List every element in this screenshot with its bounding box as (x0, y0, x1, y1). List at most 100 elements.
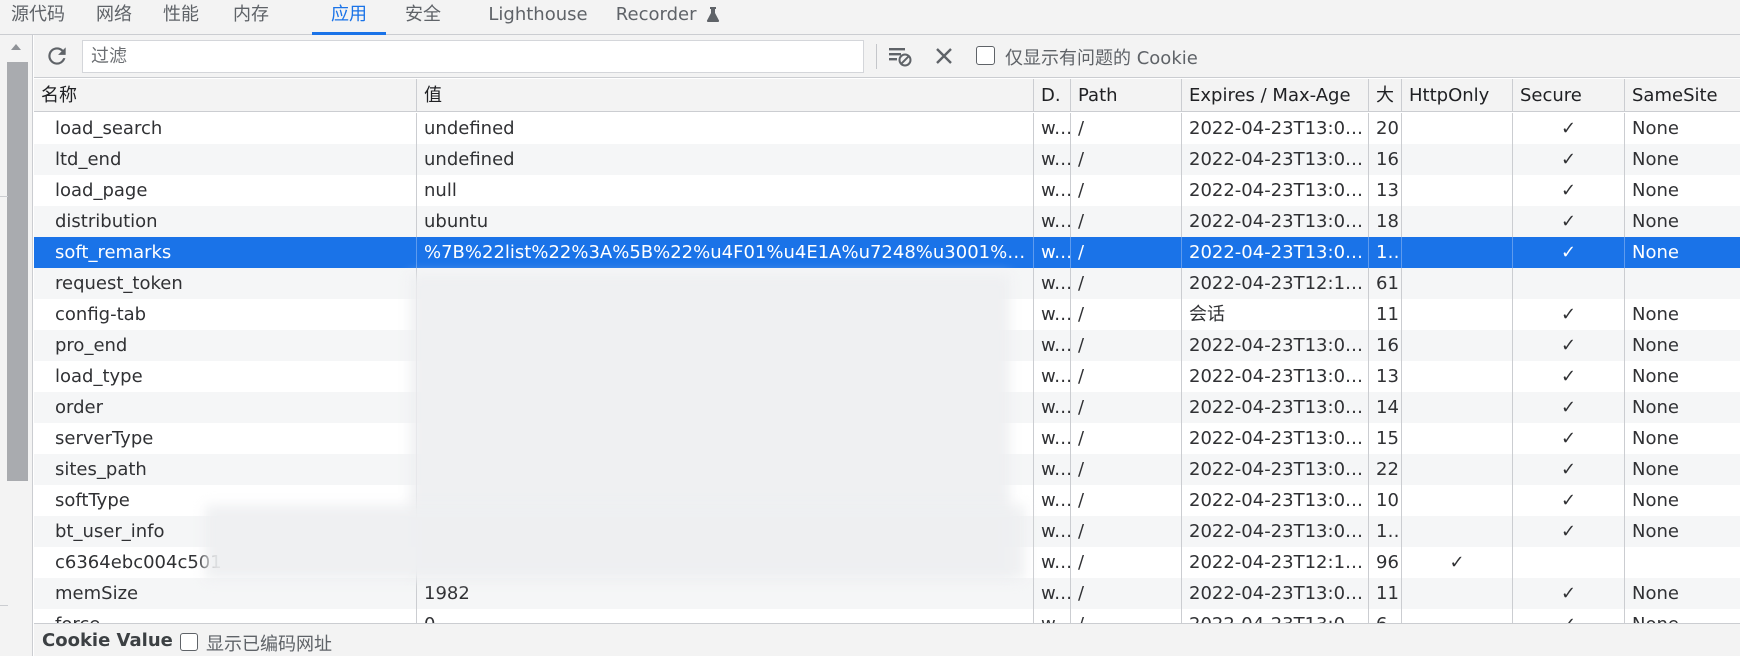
close-icon[interactable] (932, 44, 956, 68)
cookie-name-cell: sites_path (55, 459, 147, 480)
left-panel-strip (0, 35, 33, 656)
tab-lighthouse[interactable]: Lighthouse (478, 0, 598, 35)
cookie-domain-cell: w... (1033, 206, 1070, 237)
left-divider (0, 196, 8, 197)
cookie-path-cell: / (1070, 144, 1181, 175)
cookie-samesite-cell: None (1624, 361, 1740, 392)
cookie-path-cell: / (1070, 547, 1181, 578)
cookie-httponly-cell (1401, 299, 1512, 330)
table-row[interactable]: memSize 1982 w.../2022-04-23T13:00:... 11 ✓ N… (34, 578, 1740, 609)
cookie-expires-cell: 2022-04-23T13:00:... (1181, 144, 1368, 175)
cookie-samesite-cell: None (1624, 144, 1740, 175)
cookie-size-cell: 14 (1368, 392, 1401, 423)
filter-input[interactable]: 过滤 (82, 40, 864, 73)
tab-application[interactable]: 应用 (312, 0, 386, 35)
table-row[interactable]: distribution ubuntu w.../2022-04-23T13:00:… (34, 206, 1740, 237)
cookie-expires-cell: 2022-04-23T12:13:... (1181, 547, 1368, 578)
cookie-secure-cell (1512, 268, 1624, 299)
cookie-expires-cell: 2022-04-23T13:00:... (1181, 392, 1368, 423)
col-header-httponly[interactable]: HttpOnly (1401, 79, 1512, 111)
flask-icon (706, 2, 720, 31)
col-header-domain[interactable]: D. (1033, 79, 1070, 111)
cookie-name-cell: serverType (55, 428, 154, 449)
cookie-httponly-cell: ✓ (1401, 547, 1512, 578)
toolbar-separator (876, 44, 877, 69)
cookie-path-cell: / (1070, 175, 1181, 206)
cookie-secure-cell: ✓ (1512, 206, 1624, 237)
cookie-name-cell: distribution (55, 211, 158, 232)
cookie-path-cell: / (1070, 268, 1181, 299)
cookie-secure-cell (1512, 547, 1624, 578)
cookie-httponly-cell (1401, 175, 1512, 206)
cookie-httponly-cell (1401, 516, 1512, 547)
show-decoded-checkbox[interactable] (180, 633, 198, 651)
cookie-domain-cell: w... (1033, 423, 1070, 454)
tab-security[interactable]: 安全 (390, 0, 456, 35)
cookie-domain-cell: w... (1033, 237, 1070, 268)
scroll-up-arrow-icon[interactable] (11, 44, 21, 50)
tab-recorder[interactable]: Recorder (612, 0, 724, 35)
tab-sources[interactable]: 源代码 (0, 0, 76, 35)
cookie-httponly-cell (1401, 361, 1512, 392)
cookie-samesite-cell: None (1624, 237, 1740, 268)
table-row[interactable]: load_search undefined w.../2022-04-23T13:0… (34, 113, 1740, 144)
devtools-tabbar: 源代码 网络 性能 内存 应用 安全 Lighthouse Recorder (0, 0, 1740, 35)
table-row[interactable]: force0w.../2022-04-23T13:00:...6 ✓None (34, 609, 1740, 623)
cookie-name-cell: pro_end (55, 335, 128, 356)
cookie-name-cell: soft_remarks (55, 242, 172, 263)
cookie-value-cell: 0 (416, 609, 1033, 623)
cookie-size-cell: 16 (1368, 330, 1401, 361)
cookie-samesite-cell (1624, 547, 1740, 578)
cookie-domain-cell: w... (1033, 361, 1070, 392)
cookie-samesite-cell: None (1624, 578, 1740, 609)
cookie-size-cell: 96 (1368, 547, 1401, 578)
cookie-expires-cell: 会话 (1181, 299, 1368, 330)
cookie-secure-cell: ✓ (1512, 299, 1624, 330)
cookie-samesite-cell: None (1624, 609, 1740, 623)
cookie-size-cell: 22 (1368, 454, 1401, 485)
cookie-domain-cell: w... (1033, 578, 1070, 609)
cookie-size-cell: 11 (1368, 299, 1401, 330)
cookie-size-cell: 18 (1368, 206, 1401, 237)
cookie-httponly-cell (1401, 392, 1512, 423)
refresh-icon[interactable] (44, 43, 70, 69)
cookie-toolbar: 过滤 仅显示有问题的 Cookie (34, 35, 1740, 78)
cookie-samesite-cell: None (1624, 454, 1740, 485)
col-header-expires[interactable]: Expires / Max-Age (1181, 79, 1368, 111)
tab-recorder-label: Recorder (615, 4, 697, 25)
cookie-secure-cell: ✓ (1512, 423, 1624, 454)
tab-performance[interactable]: 性能 (148, 0, 214, 35)
clear-filtered-icon[interactable] (886, 42, 914, 70)
col-header-secure[interactable]: Secure (1512, 79, 1624, 111)
cookie-httponly-cell (1401, 144, 1512, 175)
cookie-size-cell: 10 (1368, 485, 1401, 516)
cookie-path-cell: / (1070, 361, 1181, 392)
table-row[interactable]: load_page null w.../2022-04-23T13:00:... 13… (34, 175, 1740, 206)
cookie-size-cell: 11 (1368, 578, 1401, 609)
cookie-samesite-cell (1624, 268, 1740, 299)
col-header-name[interactable]: 名称 (34, 79, 416, 111)
col-header-path[interactable]: Path (1070, 79, 1181, 111)
cookie-expires-cell: 2022-04-23T13:00:... (1181, 330, 1368, 361)
cookie-expires-cell: 2022-04-23T13:00:... (1181, 516, 1368, 547)
cookie-path-cell: / (1070, 454, 1181, 485)
cookie-secure-cell: ✓ (1512, 175, 1624, 206)
cookie-name-cell: config-tab (55, 304, 147, 325)
tab-memory[interactable]: 内存 (218, 0, 284, 35)
cookie-name-cell: memSize (55, 583, 139, 604)
col-header-size[interactable]: 大 (1368, 79, 1401, 111)
cookie-path-cell: / (1070, 299, 1181, 330)
cookie-secure-cell: ✓ (1512, 113, 1624, 144)
col-header-samesite[interactable]: SameSite (1624, 79, 1740, 111)
cookie-domain-cell: w... (1033, 113, 1070, 144)
tab-network[interactable]: 网络 (82, 0, 146, 35)
table-row[interactable]: ltd_end undefined w.../2022-04-23T13:00:..… (34, 144, 1740, 175)
cookie-expires-cell: 2022-04-23T13:00:... (1181, 454, 1368, 485)
col-header-value[interactable]: 值 (416, 79, 1033, 111)
scrollbar-thumb[interactable] (7, 62, 28, 481)
cookie-expires-cell: 2022-04-23T13:00:... (1181, 361, 1368, 392)
cookie-secure-cell: ✓ (1512, 485, 1624, 516)
cookie-value-title: Cookie Value (42, 630, 173, 651)
only-issues-checkbox[interactable] (976, 46, 995, 65)
table-row[interactable]: soft_remarks %7B%22list%22%3A%5B%22%u4F01… (34, 237, 1740, 268)
